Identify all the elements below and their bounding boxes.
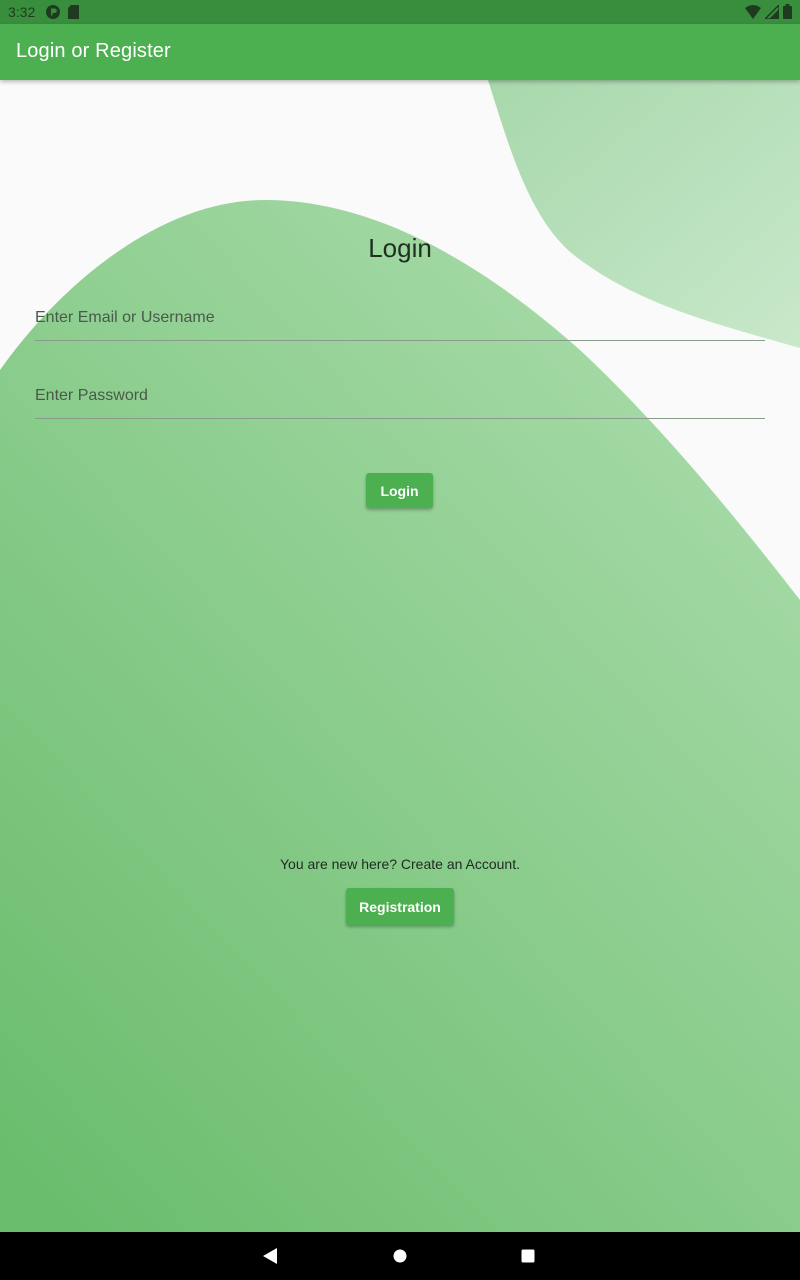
status-right-icons [745,2,792,23]
password-input[interactable] [35,376,765,416]
status-time: 3:32 [8,4,36,20]
recents-icon[interactable] [516,1244,540,1268]
email-input[interactable] [35,298,765,338]
main-wave [0,200,800,1232]
battery-icon [783,4,792,23]
content-area: Login Login You are new here? Create an … [0,80,800,1232]
status-bar: 3:32 [0,0,800,24]
status-left-icons [46,5,79,23]
email-field [35,298,765,341]
wifi-icon [745,4,761,23]
app-bar: Login or Register [0,24,800,80]
cell-signal-icon [763,2,780,23]
new-account-prompt: You are new here? Create an Account. [280,856,520,872]
home-icon[interactable] [388,1244,412,1268]
sd-card-icon [68,5,79,23]
registration-button[interactable]: Registration [346,888,454,925]
back-icon[interactable] [258,1244,282,1268]
screen: 3:32 Login or Register Login Enter Email… [0,0,800,1280]
navigation-bar [0,1232,800,1280]
login-button[interactable]: Login [366,473,433,508]
app-notification-icon [46,5,60,23]
password-field [35,376,765,419]
login-heading: Login [368,233,432,263]
app-title: Login or Register [16,40,171,62]
